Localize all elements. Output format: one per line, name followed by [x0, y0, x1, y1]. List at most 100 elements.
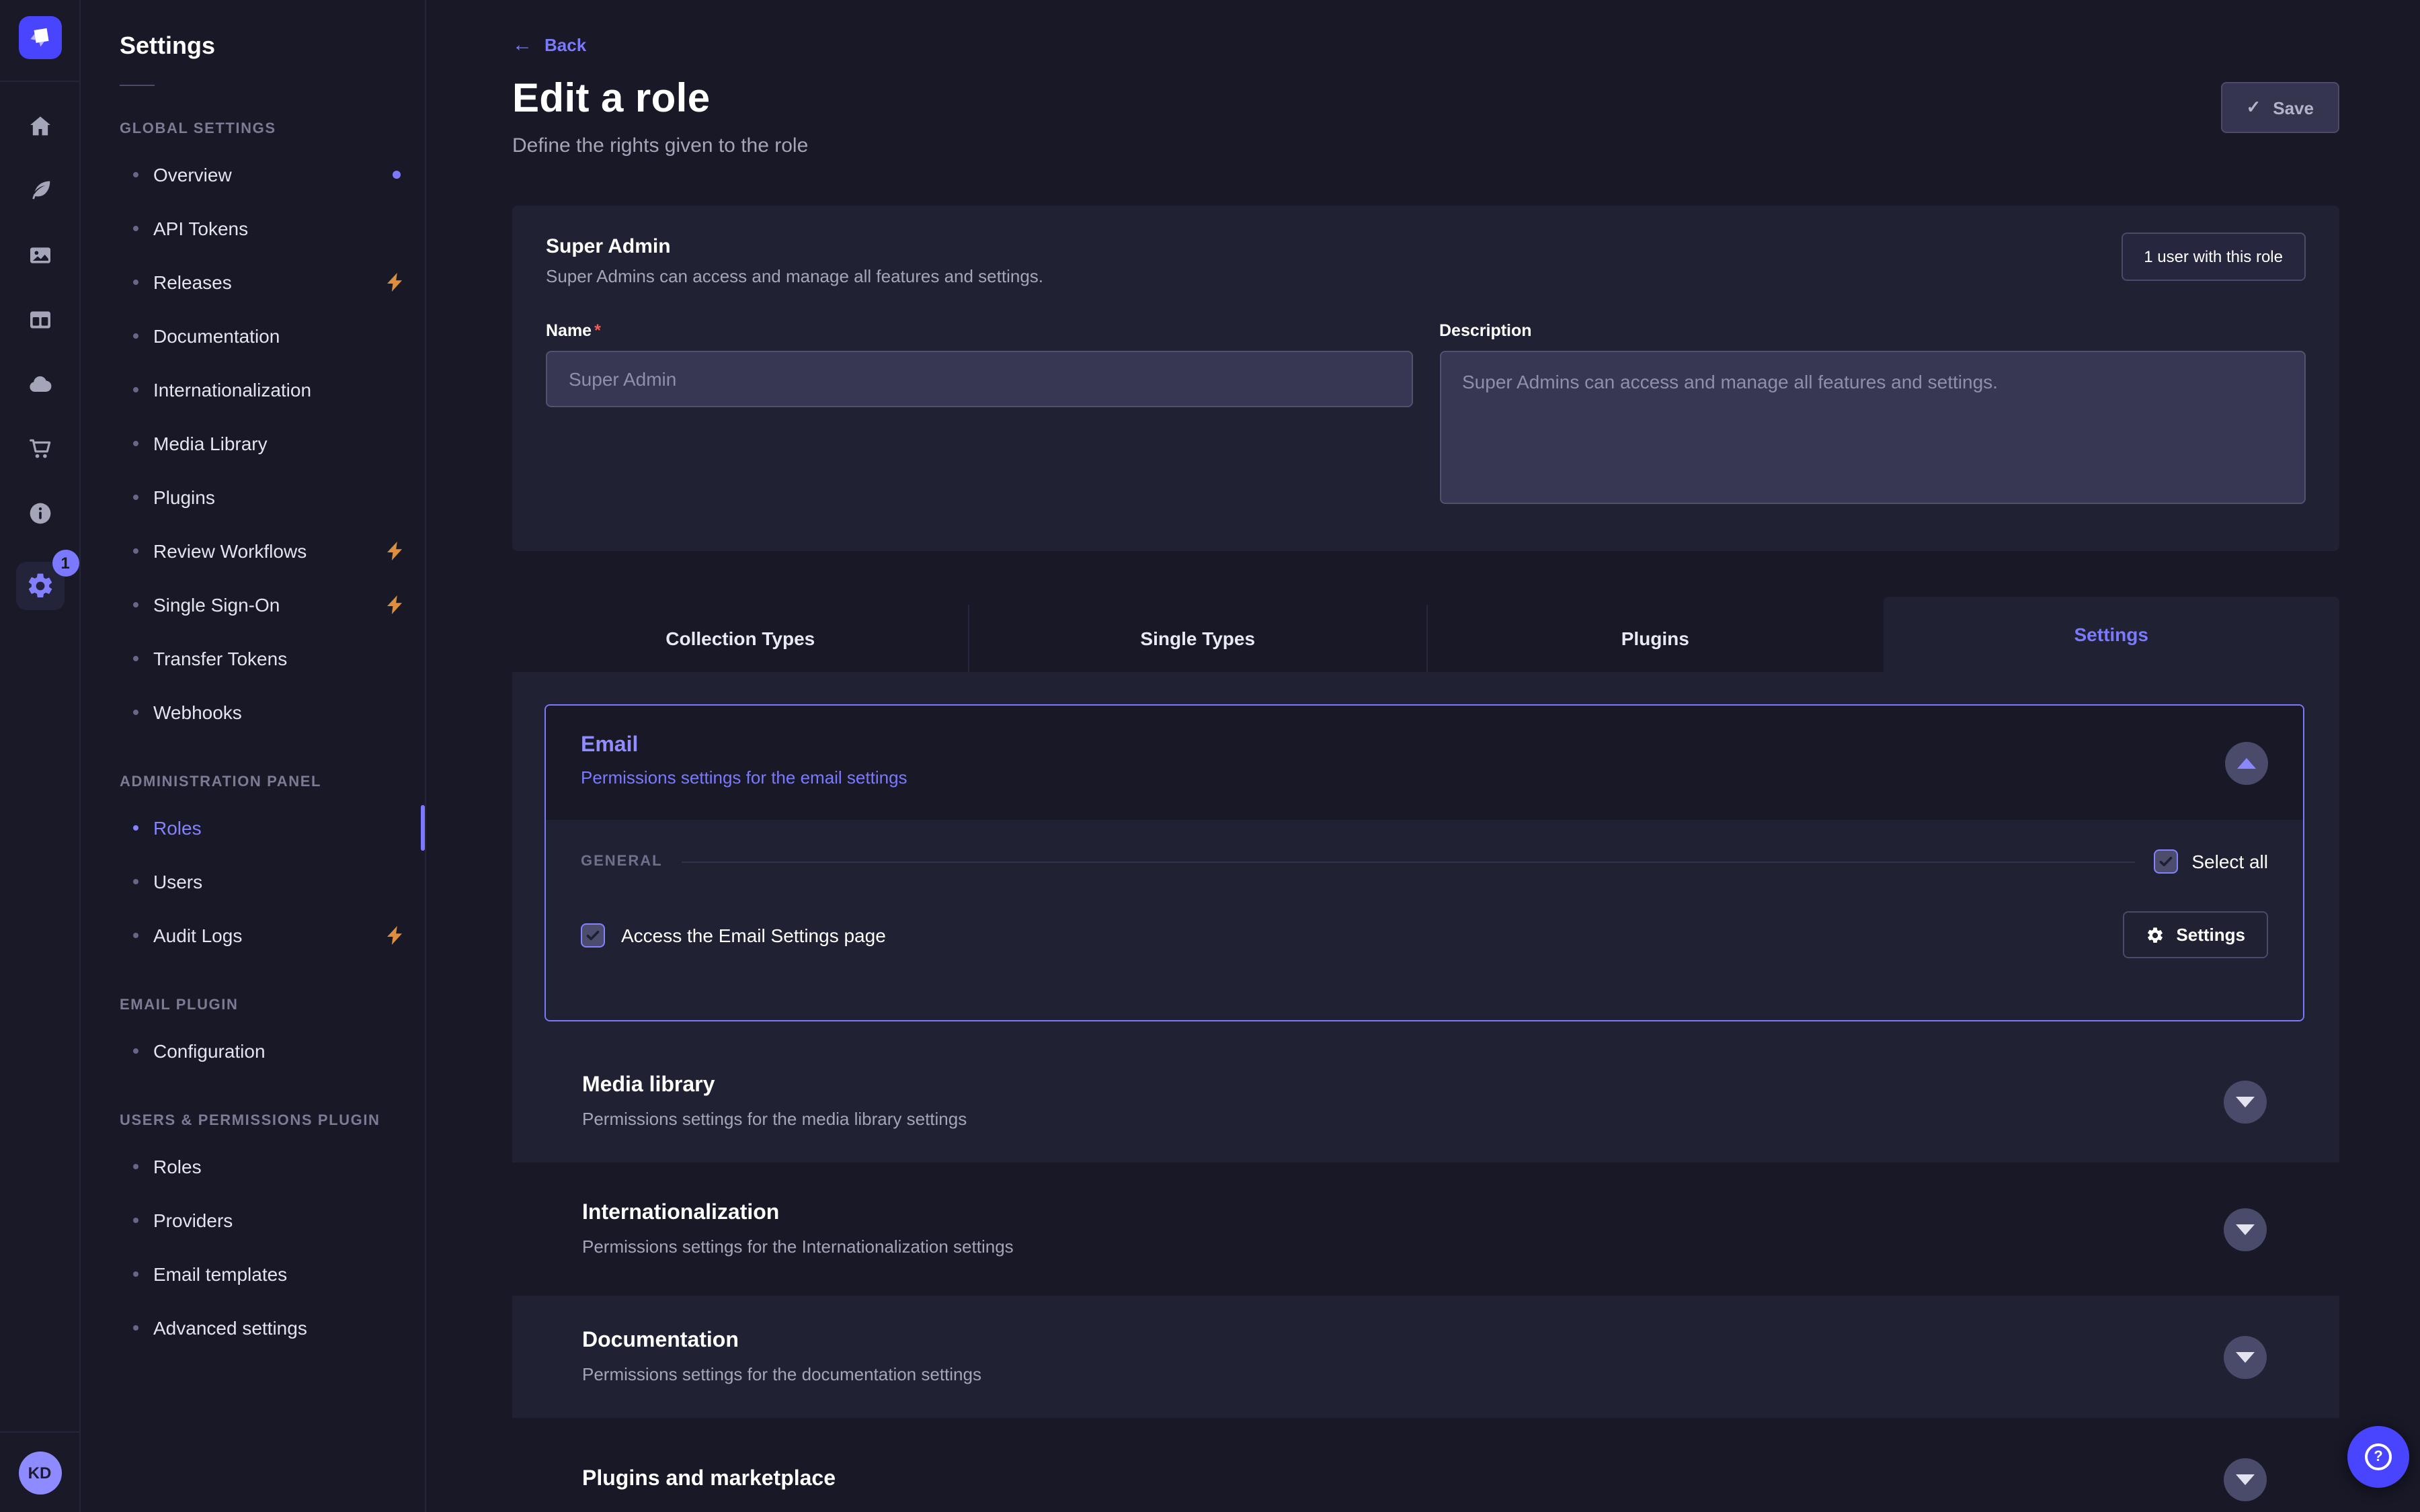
sidebar-item-label: Advanced settings [153, 1317, 307, 1339]
tab-collection-types[interactable]: Collection Types [512, 605, 969, 672]
tab-settings[interactable]: Settings [1884, 597, 2340, 672]
cloud-icon[interactable] [26, 371, 53, 398]
sidebar-item-label: Overview [153, 164, 232, 185]
sidebar-item-email-templates[interactable]: Email templates [82, 1247, 425, 1301]
expand-button[interactable] [2224, 1335, 2267, 1378]
sidebar-item-label: Configuration [153, 1040, 266, 1062]
sidebar-item-review-workflows[interactable]: Review Workflows [82, 524, 425, 578]
info-icon[interactable] [26, 500, 53, 527]
media-library-images-icon[interactable] [26, 242, 53, 269]
sidebar-item-releases[interactable]: Releases [82, 255, 425, 309]
question-mark-icon: ? [2365, 1443, 2392, 1470]
sidebar-item-media-library[interactable]: Media Library [82, 417, 425, 470]
role-name-heading: Super Admin [546, 235, 2306, 258]
sidebar-item-roles-admin[interactable]: Roles [82, 801, 425, 855]
chevron-down-icon [2236, 1224, 2255, 1234]
sidebar-title: Settings [120, 32, 387, 60]
sidebar-item-advanced-settings[interactable]: Advanced settings [82, 1301, 425, 1355]
collapse-button[interactable] [2225, 741, 2268, 784]
sidebar-item-webhooks[interactable]: Webhooks [82, 685, 425, 739]
bullet-icon [133, 333, 138, 339]
description-label: Description [1439, 321, 2306, 340]
bullet-icon [133, 710, 138, 715]
sidebar-item-label: Webhooks [153, 702, 242, 723]
back-link[interactable]: ← Back [512, 35, 586, 55]
bullet-icon [133, 1048, 138, 1054]
help-button[interactable]: ? [2347, 1426, 2409, 1488]
sidebar-item-single-sign-on[interactable]: Single Sign-On [82, 578, 425, 632]
sidebar-item-providers[interactable]: Providers [82, 1193, 425, 1247]
rail-icon-list: 1 [15, 113, 64, 610]
content-type-builder-layout-icon[interactable] [26, 306, 53, 333]
bullet-icon [133, 387, 138, 392]
sidebar-item-label: Releases [153, 271, 232, 293]
settings-notification-badge: 1 [52, 550, 79, 577]
expand-button[interactable] [2224, 1208, 2267, 1251]
tab-single-types[interactable]: Single Types [969, 605, 1426, 672]
select-all-label: Select all [2191, 851, 2268, 872]
settings-gear-button-active[interactable]: 1 [15, 562, 64, 610]
sidebar-item-internationalization[interactable]: Internationalization [82, 363, 425, 417]
section-label-global-settings: GLOBAL SETTINGS [120, 121, 387, 137]
bullet-icon [133, 656, 138, 661]
sidebar-item-label: Audit Logs [153, 925, 242, 946]
permissions-tabs: Collection Types Single Types Plugins Se… [512, 597, 2339, 672]
section-divider [682, 861, 2136, 862]
lightning-icon [387, 542, 403, 560]
expand-button[interactable] [2224, 1080, 2267, 1123]
accordion-title: Plugins and marketplace [582, 1468, 836, 1492]
bullet-icon [133, 172, 138, 177]
email-accordion-subtitle: Permissions settings for the email setti… [581, 767, 2268, 788]
permissions-panel: Email Permissions settings for the email… [512, 672, 2339, 1512]
bullet-icon [133, 495, 138, 500]
users-with-role-button[interactable]: 1 user with this role [2121, 233, 2306, 281]
sidebar-item-roles-up[interactable]: Roles [82, 1140, 425, 1193]
accordion-documentation[interactable]: Documentation Permissions settings for t… [512, 1296, 2339, 1418]
access-email-settings-checkbox[interactable] [581, 923, 605, 947]
sidebar-divider [120, 85, 155, 86]
email-settings-button[interactable]: Settings [2122, 911, 2268, 958]
sidebar-item-configuration[interactable]: Configuration [82, 1024, 425, 1078]
description-textarea: Super Admins can access and manage all f… [1439, 351, 2306, 504]
content-manager-feather-icon[interactable] [26, 177, 53, 204]
bullet-icon [133, 602, 138, 607]
sidebar-item-api-tokens[interactable]: API Tokens [82, 202, 425, 255]
strapi-logo-button[interactable] [0, 0, 79, 82]
email-accordion-header[interactable]: Email Permissions settings for the email… [546, 706, 2303, 820]
sidebar-item-users[interactable]: Users [82, 855, 425, 909]
name-input [546, 351, 1412, 407]
sidebar-item-transfer-tokens[interactable]: Transfer Tokens [82, 632, 425, 685]
save-button[interactable]: ✓ Save [2220, 82, 2339, 133]
sidebar-item-audit-logs[interactable]: Audit Logs [82, 909, 425, 962]
tab-plugins[interactable]: Plugins [1426, 605, 1884, 672]
sidebar-item-label: Plugins [153, 487, 215, 508]
bullet-icon [133, 825, 138, 831]
sidebar-item-documentation[interactable]: Documentation [82, 309, 425, 363]
chevron-down-icon [2236, 1474, 2255, 1485]
chevron-down-icon [2236, 1096, 2255, 1107]
lightning-icon [387, 273, 403, 292]
sidebar-item-label: Documentation [153, 325, 280, 347]
user-avatar[interactable]: KD [18, 1451, 61, 1494]
accordion-internationalization[interactable]: Internationalization Permissions setting… [512, 1163, 2339, 1296]
role-description-text: Super Admins can access and manage all f… [546, 266, 2306, 286]
back-arrow-icon: ← [512, 35, 532, 55]
accordion-subtitle: Permissions settings for the media libra… [582, 1109, 967, 1129]
access-email-settings-label: Access the Email Settings page [621, 924, 886, 946]
save-button-label: Save [2273, 97, 2314, 118]
select-all-checkbox[interactable] [2154, 849, 2178, 874]
sidebar-item-label: Single Sign-On [153, 594, 280, 616]
accordion-plugins-and-marketplace[interactable]: Plugins and marketplace [512, 1418, 2339, 1512]
accordion-media-library[interactable]: Media library Permissions settings for t… [512, 1040, 2339, 1163]
accordion-title: Media library [582, 1074, 967, 1098]
bullet-icon [133, 933, 138, 938]
sidebar-item-label: API Tokens [153, 218, 248, 239]
marketplace-cart-icon[interactable] [26, 435, 53, 462]
strapi-logo-icon [18, 15, 61, 65]
expand-button[interactable] [2224, 1458, 2267, 1501]
check-icon: ✓ [2246, 97, 2261, 118]
rail-footer: KD [0, 1431, 79, 1512]
sidebar-item-overview[interactable]: Overview [82, 148, 425, 202]
home-icon[interactable] [26, 113, 53, 140]
sidebar-item-plugins[interactable]: Plugins [82, 470, 425, 524]
